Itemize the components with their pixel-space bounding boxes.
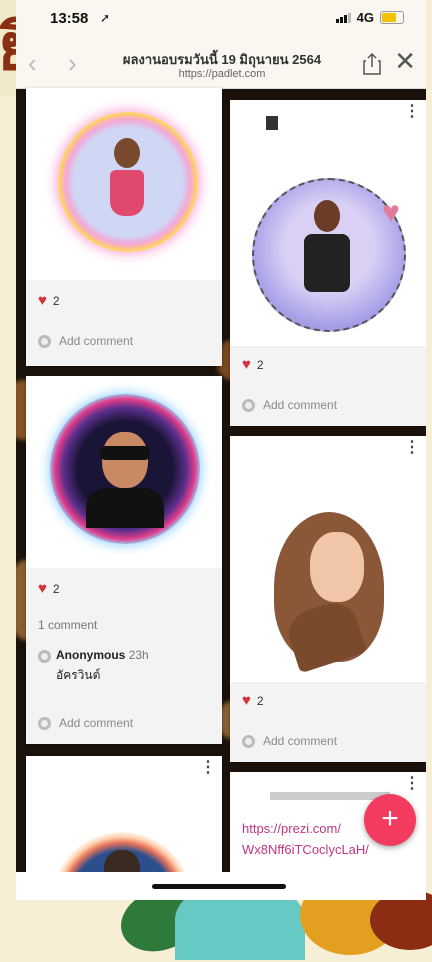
post-card[interactable]: ♥ 2 Add comment xyxy=(26,88,222,366)
user-avatar-icon xyxy=(38,334,51,348)
like-row[interactable]: ♥ 2 xyxy=(242,356,264,373)
post-image xyxy=(26,88,222,280)
page-url[interactable]: https://padlet.com xyxy=(102,68,342,80)
heart-decoration: ♥ xyxy=(382,196,400,229)
back-arrow-icon[interactable]: ‹ xyxy=(28,48,37,79)
like-count: 2 xyxy=(256,693,264,708)
post-image: ♥ xyxy=(230,100,426,346)
add-comment-label: Add comment xyxy=(59,334,134,348)
post-image xyxy=(26,376,222,568)
more-options-icon[interactable]: ⋮ xyxy=(404,104,420,120)
avatar-cartoon-head xyxy=(314,200,340,232)
comment-time: 23h xyxy=(128,648,149,662)
post-card[interactable]: ♥ 2 1 comment Anonymous 23h อัครวินต์ Ad… xyxy=(26,376,222,744)
more-options-icon[interactable]: ⋮ xyxy=(200,760,216,776)
post-card[interactable]: ⋮ ♥ 2 Add comment xyxy=(230,436,426,762)
sunglasses-drawing xyxy=(100,446,150,460)
link-url-line-2[interactable]: Wx8Nff6iTCoclycLaH/ xyxy=(242,839,369,860)
comment-text: อัครวินต์ xyxy=(56,668,101,682)
heart-icon[interactable]: ♥ xyxy=(38,580,47,597)
link-title-placeholder xyxy=(270,792,390,800)
close-icon[interactable]: ✕ xyxy=(394,46,416,77)
avatar-cartoon-face xyxy=(310,532,364,602)
battery-icon xyxy=(380,11,404,24)
status-bar: 13:58 ➚ 4G xyxy=(16,0,426,40)
share-icon[interactable] xyxy=(362,52,382,81)
status-time: 13:58 xyxy=(50,10,89,27)
browser-toolbar: ‹ › ผลงานอบรมวันนี้ 19 มิถุนายน 2564 htt… xyxy=(16,40,426,89)
heart-icon[interactable]: ♥ xyxy=(38,292,47,309)
link-url[interactable]: https://prezi.com/ Wx8Nff6iTCoclycLaH/ xyxy=(242,818,369,860)
avatar-cartoon-body xyxy=(86,488,164,528)
link-url-line-1[interactable]: https://prezi.com/ xyxy=(242,818,369,839)
add-comment-label: Add comment xyxy=(263,734,338,748)
more-options-icon[interactable]: ⋮ xyxy=(404,776,420,792)
add-post-button[interactable]: + xyxy=(364,794,416,846)
like-count: 2 xyxy=(52,293,60,308)
heart-icon[interactable]: ♥ xyxy=(242,692,251,709)
signal-icon xyxy=(335,12,351,23)
like-count: 2 xyxy=(52,581,60,596)
add-comment-row[interactable]: Add comment xyxy=(38,334,133,348)
home-bar xyxy=(16,872,426,900)
user-avatar-icon xyxy=(38,716,51,730)
post-image xyxy=(230,436,426,682)
add-comment-label: Add comment xyxy=(59,716,134,730)
location-arrow-icon: ➚ xyxy=(100,11,111,25)
add-comment-row[interactable]: Add comment xyxy=(242,734,337,748)
avatar-cartoon-body xyxy=(304,234,350,292)
user-avatar-icon xyxy=(242,734,255,748)
avatar-cartoon-head xyxy=(102,432,148,488)
forward-arrow-icon[interactable]: › xyxy=(68,48,77,79)
page-title: ผลงานอบรมวันนี้ 19 มิถุนายน 2564 xyxy=(122,52,322,67)
like-row[interactable]: ♥ 2 xyxy=(242,692,264,709)
post-card[interactable]: ♥ ⋮ ♥ 2 Add comment xyxy=(230,100,426,426)
more-options-icon[interactable]: ⋮ xyxy=(404,440,420,456)
file-icon xyxy=(266,116,278,130)
like-row[interactable]: ♥ 2 xyxy=(38,292,60,309)
like-row[interactable]: ♥ 2 xyxy=(38,580,60,597)
status-indicators: 4G xyxy=(335,10,404,25)
comment-author-name: Anonymous xyxy=(56,648,126,662)
heart-icon[interactable]: ♥ xyxy=(242,356,251,373)
user-avatar-icon xyxy=(242,398,255,412)
user-avatar-icon xyxy=(38,650,51,663)
avatar-cartoon-head xyxy=(114,138,140,168)
add-comment-label: Add comment xyxy=(263,398,338,412)
home-indicator[interactable] xyxy=(152,884,286,889)
comment-author: Anonymous 23h xyxy=(56,648,149,662)
like-count: 2 xyxy=(256,357,264,372)
comment-count[interactable]: 1 comment xyxy=(38,618,97,632)
network-type: 4G xyxy=(356,10,374,25)
avatar-cartoon-body xyxy=(110,170,144,216)
add-comment-row[interactable]: Add comment xyxy=(242,398,337,412)
phone-screen: 13:58 ➚ 4G ‹ › ผลงานอบรมวันนี้ 19 มิถุนา… xyxy=(16,0,426,900)
add-comment-row[interactable]: Add comment xyxy=(38,716,133,730)
